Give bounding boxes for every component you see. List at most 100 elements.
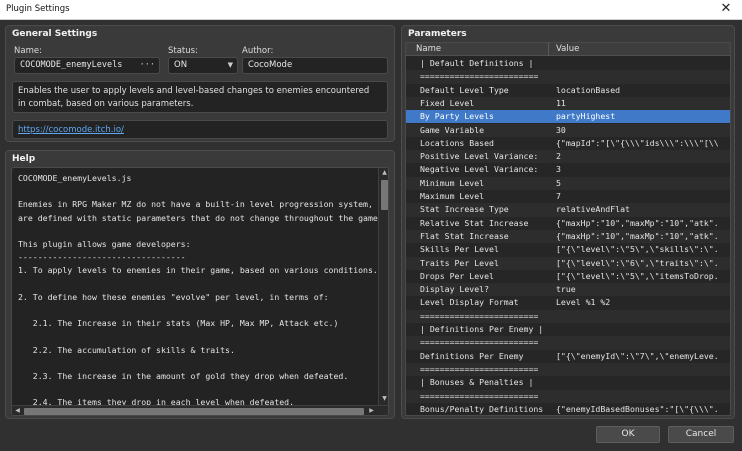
parameter-row[interactable]: | Default Definitions |: [406, 57, 730, 70]
parameter-name: ========================: [420, 337, 539, 348]
parameter-row[interactable]: Flat Stat Increase {"maxHp":"10","maxMp":…: [406, 229, 730, 244]
parameter-row[interactable]: Definitions Per Enemy ["{\"enemyId\":\"7\…: [406, 350, 730, 363]
parameter-name: | Default Definitions |: [420, 58, 534, 68]
parameter-name: | Definitions Per Enemy |: [420, 324, 544, 334]
column-header-name[interactable]: Name: [416, 44, 441, 54]
help-horizontal-scrollbar[interactable]: ◀ ▶: [12, 405, 388, 415]
parameter-value: true: [556, 284, 576, 295]
parameter-row[interactable]: ========================: [406, 389, 730, 403]
parameter-name: By Party Levels: [420, 111, 494, 122]
scroll-down-icon[interactable]: ▼: [380, 394, 388, 404]
column-header-value[interactable]: Value: [556, 44, 579, 54]
help-line: 2. To define how these enemies "evolve" …: [18, 291, 329, 302]
parameter-name: Display Level?: [420, 284, 490, 295]
general-settings-title: General Settings: [12, 29, 98, 39]
parameter-row[interactable]: Default Level Type locationBased: [406, 84, 730, 97]
parameter-name: Minimum Level: [420, 177, 485, 188]
parameter-name: Definitions Per Enemy: [420, 350, 524, 361]
help-line: COCOMODE_enemyLevels.js: [18, 173, 132, 183]
parameter-value: {"mapId":"[\"{\\\"ids\\\":\\\"[\\\\...: [556, 137, 718, 148]
help-line: 2.3. The increase in the amount of gold …: [18, 371, 349, 381]
help-text-area[interactable]: COCOMODE_enemyLevels.js Enemies in RPG Ma…: [11, 167, 389, 416]
parameter-row[interactable]: Game Variable 30: [406, 123, 730, 137]
description-box[interactable]: Enables the user to apply levels and lev…: [12, 81, 388, 113]
parameter-row[interactable]: Level Display Format Level %1 %2: [406, 296, 730, 309]
help-title: Help: [12, 154, 36, 164]
help-vertical-scrollbar[interactable]: ▲ ▼: [378, 168, 388, 405]
parameter-row[interactable]: Maximum Level 7: [406, 190, 730, 203]
close-icon[interactable]: ✕: [718, 1, 734, 17]
help-line: 2.2. The accumulation of skills & traits…: [18, 344, 235, 355]
scroll-right-icon[interactable]: ▶: [367, 406, 376, 415]
parameters-title: Parameters: [408, 29, 467, 39]
parameter-value: 7: [556, 191, 561, 201]
parameter-name: Stat Increase Type: [420, 204, 509, 215]
status-select[interactable]: ON ▼: [168, 57, 238, 74]
parameter-value: 5: [556, 177, 561, 188]
parameter-name: Bonus/Penalty Definitions: [420, 403, 544, 414]
scroll-left-icon[interactable]: ◀: [13, 406, 22, 415]
parameter-value: 11: [556, 97, 566, 108]
parameters-table[interactable]: Name Value | Default Definitions | ======…: [405, 42, 731, 416]
author-value: CocoMode: [248, 60, 293, 70]
parameter-value: ["{\"level\":\"6\",\"traits\":\"...: [556, 257, 718, 268]
parameter-row[interactable]: ========================: [406, 309, 730, 323]
parameter-row[interactable]: Locations Based {"mapId":"[\"{\\\"ids\\\"…: [406, 137, 730, 150]
name-field[interactable]: COCOMODE_enemyLevels ···: [14, 57, 160, 74]
parameter-row[interactable]: ========================: [406, 336, 730, 350]
parameter-name: Positive Level Variance:: [420, 151, 539, 162]
parameter-name: ========================: [420, 390, 539, 401]
ok-button[interactable]: OK: [596, 426, 660, 443]
status-value: ON: [174, 60, 188, 70]
parameter-row[interactable]: ========================: [406, 362, 730, 377]
help-hscroll-thumb[interactable]: [24, 408, 364, 415]
parameters-table-header: Name Value: [406, 43, 730, 56]
author-field[interactable]: CocoMode: [242, 57, 388, 74]
parameter-row[interactable]: Minimum Level 5: [406, 176, 730, 190]
parameter-value: Level %1 %2: [556, 297, 611, 308]
parameter-row[interactable]: Display Level? true: [406, 283, 730, 297]
name-browse-button[interactable]: ···: [140, 58, 155, 73]
parameter-name: ========================: [420, 71, 539, 82]
help-panel: Help COCOMODE_enemyLevels.js Enemies in R…: [5, 150, 395, 419]
name-value: COCOMODE_enemyLevels: [20, 60, 123, 70]
name-label: Name:: [14, 46, 42, 56]
parameter-value: ["{\"level\":\"5\",\"skills\":\"...: [556, 244, 718, 255]
parameter-row[interactable]: Skills Per Level ["{\"level\":\"5\",\"ski…: [406, 243, 730, 256]
parameter-row[interactable]: Stat Increase Type relativeAndFlat: [406, 203, 730, 217]
parameter-row[interactable]: Positive Level Variance: 2: [406, 150, 730, 164]
parameter-row[interactable]: By Party Levels partyHighest: [406, 110, 730, 124]
parameter-value: {"maxHp":"10","maxMp":"10","atk"...: [556, 230, 718, 241]
parameter-row[interactable]: Drops Per Level ["{\"level\":\"5\",\"item…: [406, 270, 730, 283]
parameter-name: Level Display Format: [420, 297, 519, 308]
parameter-row[interactable]: | Bonuses & Penalties |: [406, 376, 730, 389]
cancel-button[interactable]: Cancel: [668, 426, 734, 443]
plugin-url-link[interactable]: https://cocomode.itch.io/: [18, 125, 124, 135]
parameter-name: Traits Per Level: [420, 257, 499, 268]
parameter-name: Drops Per Level: [420, 270, 494, 281]
parameter-row[interactable]: ========================: [406, 70, 730, 84]
parameter-value: ["{\"enemyId\":\"7\",\"enemyLeve...: [556, 350, 718, 361]
parameter-row[interactable]: Fixed Level 11: [406, 96, 730, 111]
help-line: 2.1. The Increase in their stats (Max HP…: [18, 318, 339, 329]
parameter-value: 30: [556, 124, 566, 135]
parameter-row[interactable]: Relative Stat Increase {"maxHp":"10","max…: [406, 217, 730, 230]
url-box: https://cocomode.itch.io/: [12, 120, 388, 139]
help-line: Enemies in RPG Maker MZ do not have a bu…: [18, 199, 389, 210]
parameter-row[interactable]: | Definitions Per Enemy |: [406, 323, 730, 336]
column-divider[interactable]: [548, 43, 549, 56]
help-line: 1. To apply levels to enemies in their g…: [18, 265, 378, 276]
parameter-name: Locations Based: [420, 137, 494, 148]
author-label: Author:: [242, 46, 274, 56]
parameter-name: Default Level Type: [420, 84, 509, 95]
help-line: are defined with static parameters that …: [18, 212, 383, 223]
help-scroll-thumb[interactable]: [381, 180, 388, 210]
parameter-name: Fixed Level: [420, 97, 475, 108]
parameter-row[interactable]: Traits Per Level ["{\"level\":\"6\",\"tra…: [406, 256, 730, 270]
parameter-row[interactable]: Negative Level Variance: 3: [406, 163, 730, 176]
parameter-row[interactable]: Bonus/Penalty Definitions {"enemyIdBasedB…: [406, 403, 730, 415]
status-label: Status:: [168, 46, 198, 56]
scroll-up-icon[interactable]: ▲: [380, 168, 388, 178]
description-line: Enables the user to apply levels and lev…: [18, 86, 370, 96]
parameter-value: partyHighest: [556, 111, 616, 122]
